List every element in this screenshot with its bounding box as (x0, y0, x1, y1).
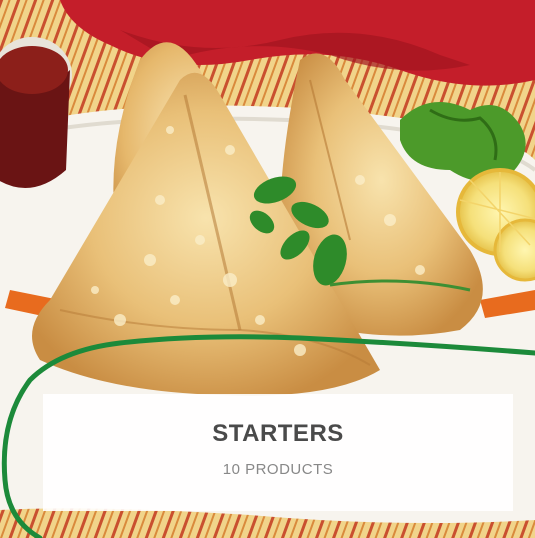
category-card-starters[interactable]: STARTERS 10 PRODUCTS (0, 0, 535, 538)
category-label-box: STARTERS 10 PRODUCTS (43, 394, 513, 511)
product-count: 10 PRODUCTS (222, 461, 334, 478)
category-title: STARTERS (212, 420, 344, 447)
